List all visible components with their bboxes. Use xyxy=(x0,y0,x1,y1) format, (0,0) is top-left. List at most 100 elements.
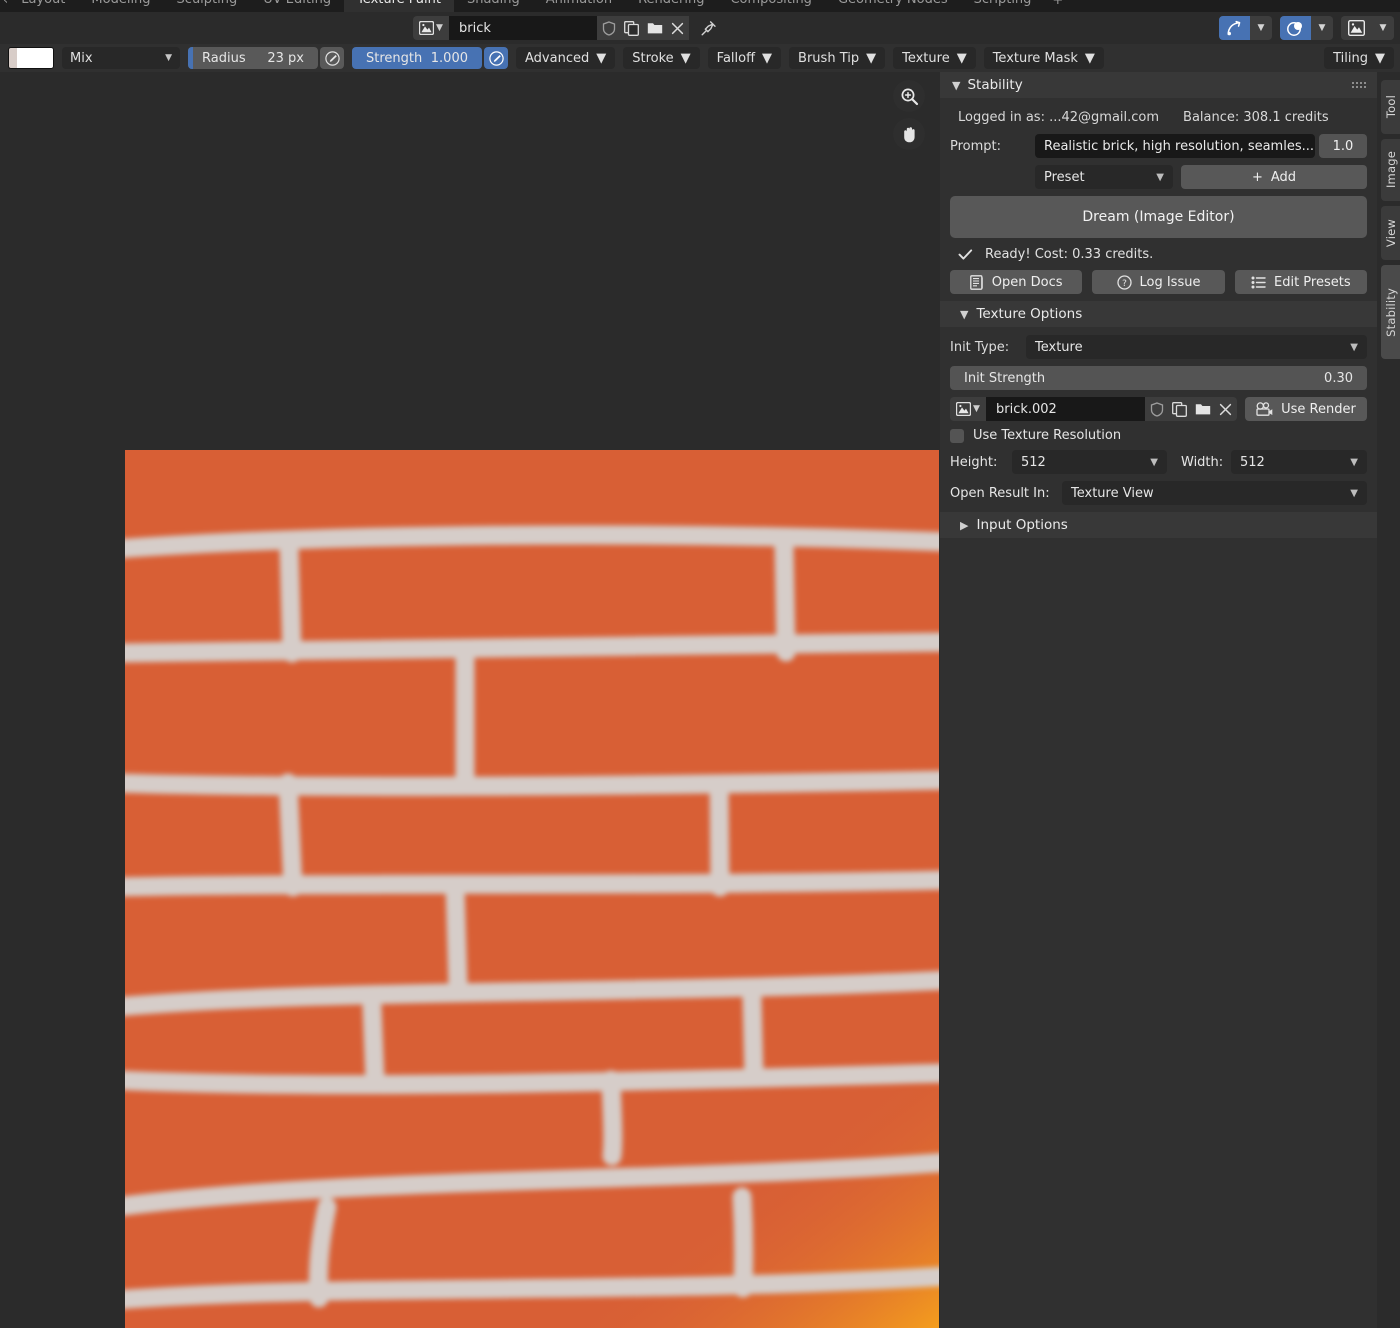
pin-icon[interactable] xyxy=(695,16,721,40)
blend-mode-dropdown[interactable]: Mix ▼ xyxy=(62,47,180,69)
input-options-header[interactable]: ▶ Input Options xyxy=(940,512,1377,538)
texture-datablock-icon[interactable]: ▼ xyxy=(950,397,986,421)
overlays-toggle[interactable]: ▼ xyxy=(1219,16,1272,40)
mask-chevron-down-icon[interactable]: ▼ xyxy=(1311,16,1333,40)
overlays-arrow-icon[interactable] xyxy=(1219,16,1250,40)
init-strength-row[interactable]: Init Strength 0.30 xyxy=(950,366,1367,390)
height-dropdown[interactable]: 512 ▼ xyxy=(1012,450,1167,474)
texture-new-copy-icon[interactable] xyxy=(1168,397,1191,421)
use-render-button[interactable]: Use Render xyxy=(1245,397,1367,421)
texture-open-folder-icon[interactable] xyxy=(1191,397,1214,421)
radius-slider[interactable]: Radius 23 px xyxy=(188,47,318,69)
image-datablock-icon[interactable]: ▼ xyxy=(413,16,449,40)
open-docs-label: Open Docs xyxy=(991,274,1063,290)
image-datablock-selector[interactable]: ▼ brick xyxy=(413,16,721,40)
workspace-tab-compositing[interactable]: Compositing xyxy=(717,0,825,12)
prompt-input[interactable]: Realistic brick, high resolution, seamle… xyxy=(1035,134,1315,158)
image-display-toggle[interactable]: ▼ xyxy=(1341,16,1394,40)
popover-texture-mask[interactable]: Texture Mask ▼ xyxy=(983,47,1104,69)
sidebar-tab-label: View xyxy=(1383,218,1398,248)
texture-name-field[interactable]: brick.002 xyxy=(986,397,1145,421)
chevron-down-icon: ▼ xyxy=(952,78,961,92)
image-name-field[interactable]: brick xyxy=(449,16,597,40)
new-copy-icon[interactable] xyxy=(620,16,643,40)
brick-texture-image[interactable] xyxy=(125,450,939,1328)
workspace-tab-rendering[interactable]: Rendering xyxy=(625,0,717,12)
sidebar-tab-tool[interactable]: Tool xyxy=(1381,80,1400,134)
workspace-tab-sculpting[interactable]: Sculpting xyxy=(164,0,251,12)
workspace-tab-animation[interactable]: Animation xyxy=(533,0,625,12)
log-issue-button[interactable]: ? Log Issue xyxy=(1092,270,1225,294)
panel-title: Stability xyxy=(967,77,1023,93)
texture-shield-fake-user-icon[interactable] xyxy=(1145,397,1168,421)
workspace-tab-layout[interactable]: Layout xyxy=(8,0,78,12)
sidebar-tab-stability[interactable]: Stability xyxy=(1381,265,1400,359)
workspace-tab-geometry-nodes[interactable]: Geometry Nodes xyxy=(825,0,961,12)
overlays-chevron-down-icon[interactable]: ▼ xyxy=(1250,16,1272,40)
header-right-toggles[interactable]: ▼ ▼ ▼ xyxy=(1219,16,1394,40)
image-editor-canvas[interactable] xyxy=(0,72,940,1328)
popover-falloff[interactable]: Falloff ▼ xyxy=(707,47,782,69)
use-texture-resolution-checkbox[interactable] xyxy=(950,428,964,443)
width-dropdown[interactable]: 512 ▼ xyxy=(1231,450,1367,474)
add-workspace-button[interactable]: + xyxy=(1044,0,1071,8)
workspace-tab-strip[interactable]: ‹LayoutModelingSculptingUV EditingTextur… xyxy=(0,0,1400,12)
blend-mode-label: Mix xyxy=(70,50,93,66)
prompt-weight-field[interactable]: 1.0 xyxy=(1319,134,1367,158)
popover-advanced[interactable]: Advanced ▼ xyxy=(516,47,616,69)
preset-dropdown[interactable]: Preset ▼ xyxy=(1035,165,1173,189)
primary-color[interactable] xyxy=(17,48,53,68)
use-texture-resolution-label: Use Texture Resolution xyxy=(973,428,1122,443)
zoom-in-icon[interactable] xyxy=(893,80,925,112)
texture-options-header[interactable]: ▼ Texture Options xyxy=(940,301,1377,327)
width-value: 512 xyxy=(1240,454,1265,470)
workspace-tab-uv-editing[interactable]: UV Editing xyxy=(250,0,344,12)
sidebar-category-tabs[interactable]: Tool Image View Stability xyxy=(1377,72,1400,1328)
sidebar-tab-image[interactable]: Image xyxy=(1381,139,1400,201)
unlink-x-icon[interactable] xyxy=(666,16,689,40)
edit-presets-button[interactable]: Edit Presets xyxy=(1234,270,1367,294)
radius-label: Radius xyxy=(202,50,246,66)
tiling-popover[interactable]: Tiling ▼ xyxy=(1324,47,1394,69)
sidebar-tab-view[interactable]: View xyxy=(1381,206,1400,260)
texture-unlink-x-icon[interactable] xyxy=(1214,397,1237,421)
mask-overlay-toggle[interactable]: ▼ xyxy=(1280,16,1333,40)
stability-sidebar: ▼ Stability Logged in as: ...42@gmail.co… xyxy=(940,72,1377,1328)
open-docs-button[interactable]: Open Docs xyxy=(950,270,1083,294)
chevron-right-icon: ▶ xyxy=(960,518,969,532)
dream-button[interactable]: Dream (Image Editor) xyxy=(950,196,1367,238)
open-folder-icon[interactable] xyxy=(643,16,666,40)
shield-fake-user-icon[interactable] xyxy=(597,16,620,40)
open-result-dropdown[interactable]: Texture View ▼ xyxy=(1062,481,1367,505)
image-display-icon[interactable] xyxy=(1341,16,1372,40)
init-type-dropdown[interactable]: Texture ▼ xyxy=(1026,335,1367,359)
workspace-tab-modeling[interactable]: Modeling xyxy=(78,0,163,12)
use-texture-resolution-row[interactable]: Use Texture Resolution xyxy=(950,428,1367,443)
stability-panel-header[interactable]: ▼ Stability xyxy=(940,72,1377,98)
chevron-down-icon: ▼ xyxy=(1350,487,1358,499)
viewport-gizmos[interactable] xyxy=(893,80,925,150)
prompt-value: Realistic brick, high resolution, seamle… xyxy=(1044,138,1315,154)
init-strength-slider[interactable]: Init Strength 0.30 xyxy=(950,366,1367,390)
strength-pressure-icon[interactable] xyxy=(484,47,508,69)
workspace-tab-shading[interactable]: Shading xyxy=(454,0,533,12)
workspace-tab-scripting[interactable]: Scripting xyxy=(961,0,1045,12)
popover-texture[interactable]: Texture ▼ xyxy=(893,47,976,69)
chevron-down-icon: ▼ xyxy=(1350,456,1358,468)
mask-overlay-icon[interactable] xyxy=(1280,16,1311,40)
brush-color-swatch[interactable] xyxy=(8,47,54,69)
pan-hand-icon[interactable] xyxy=(893,118,925,150)
radius-pressure-icon[interactable] xyxy=(320,47,344,69)
add-preset-button[interactable]: + Add xyxy=(1181,165,1367,189)
popover-brush-tip[interactable]: Brush Tip ▼ xyxy=(789,47,886,69)
popover-stroke[interactable]: Stroke ▼ xyxy=(623,47,700,69)
strength-label: Strength xyxy=(366,50,423,66)
image-display-chevron-down-icon[interactable]: ▼ xyxy=(1372,16,1394,40)
strength-slider[interactable]: Strength 1.000 xyxy=(352,47,482,69)
secondary-color[interactable] xyxy=(9,48,17,68)
workspace-tab-texture-paint[interactable]: Texture Paint xyxy=(344,0,454,12)
popover-label: Texture Mask xyxy=(992,50,1078,66)
status-row: Ready! Cost: 0.33 credits. xyxy=(950,247,1367,262)
account-info-row: Logged in as: ...42@gmail.com Balance: 3… xyxy=(950,104,1367,134)
panel-drag-grip[interactable] xyxy=(1352,82,1366,89)
